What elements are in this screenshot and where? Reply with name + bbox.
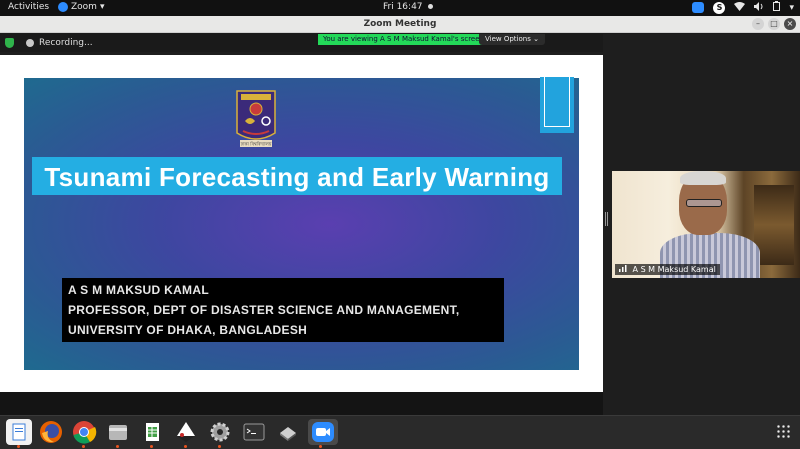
minimize-icon[interactable]: – xyxy=(752,18,764,30)
background-shelf xyxy=(754,185,794,265)
drive-icon[interactable] xyxy=(275,419,301,445)
terminal-icon[interactable] xyxy=(241,419,267,445)
zoom-app-icon xyxy=(58,2,68,12)
meeting-status-bar: Recording... You are viewing A S M Maksu… xyxy=(0,34,603,52)
participant-name: A S M Maksud Kamal xyxy=(632,265,716,274)
dock xyxy=(0,415,800,449)
shared-screen[interactable]: ঢাকা বিশ্ববিদ্যালয় Tsunami Forecasting … xyxy=(0,55,603,392)
presenter-name: A S M MAKSUD KAMAL xyxy=(68,283,209,297)
text-editor-icon[interactable] xyxy=(6,419,32,448)
slide-accent-tab xyxy=(540,77,574,133)
system-tray[interactable]: S ▾ xyxy=(692,1,794,14)
participant-hair xyxy=(680,171,726,185)
zoom-tray-icon[interactable] xyxy=(692,2,705,13)
spreadsheet-icon[interactable] xyxy=(139,419,165,448)
files-icon[interactable] xyxy=(105,419,131,448)
settings-gear-icon[interactable] xyxy=(207,419,233,448)
slide-title-strip: Tsunami Forecasting and Early Warning xyxy=(32,157,562,195)
clock[interactable]: Fri 16:47 xyxy=(383,2,423,12)
skype-tray-icon[interactable]: S xyxy=(713,1,726,14)
firefox-icon[interactable] xyxy=(38,419,64,445)
view-options-label: View Options xyxy=(485,35,531,43)
meeting-area: Recording... You are viewing A S M Maksu… xyxy=(0,34,800,415)
power-menu-icon[interactable]: ▾ xyxy=(789,3,794,13)
signal-bars-icon xyxy=(619,264,627,275)
participant-video[interactable]: A S M Maksud Kamal xyxy=(612,171,800,278)
meeting-controls-strip xyxy=(0,392,603,415)
chevron-down-icon: ⌄ xyxy=(533,35,539,43)
volume-icon[interactable] xyxy=(754,1,764,14)
app-menu-label: Zoom xyxy=(71,2,97,12)
zoom-icon[interactable] xyxy=(308,419,338,448)
battery-icon[interactable] xyxy=(773,1,781,14)
panel-resize-handle[interactable] xyxy=(603,212,608,232)
recording-label: Recording... xyxy=(39,38,93,48)
slide-title: Tsunami Forecasting and Early Warning xyxy=(44,162,550,192)
chevron-down-icon: ▾ xyxy=(99,2,105,12)
recording-icon xyxy=(26,39,34,47)
top-bar: Activities Zoom ▾ Fri 16:47 S ▾ xyxy=(0,0,800,16)
activities-button[interactable]: Activities xyxy=(8,2,49,12)
wifi-icon[interactable] xyxy=(734,1,746,14)
university-logo: ঢাকা বিশ্ববিদ্যালয় xyxy=(236,90,276,148)
app-menu[interactable]: Zoom ▾ xyxy=(58,2,104,12)
presentation-slide: ঢাকা বিশ্ববিদ্যালয় Tsunami Forecasting … xyxy=(24,77,579,370)
inkscape-icon[interactable] xyxy=(173,419,199,448)
logo-banner xyxy=(241,94,271,100)
notification-dot-icon xyxy=(428,4,433,9)
window-titlebar: Zoom Meeting – □ × xyxy=(0,16,800,33)
participant-glasses xyxy=(686,199,722,207)
logo-caption: ঢাকা বিশ্ববিদ্যালয় xyxy=(240,142,273,148)
view-options-button[interactable]: View Options ⌄ xyxy=(479,34,545,45)
presenter-institution: UNIVERSITY OF DHAKA, BANGLADESH xyxy=(68,323,308,337)
participant-name-tag: A S M Maksud Kamal xyxy=(615,264,720,275)
presenter-info-box: A S M MAKSUD KAMAL PROFESSOR, DEPT OF DI… xyxy=(62,278,504,342)
close-icon[interactable]: × xyxy=(784,18,796,30)
chrome-icon[interactable] xyxy=(71,419,97,448)
window-title: Zoom Meeting xyxy=(363,19,437,29)
show-applications-icon[interactable] xyxy=(776,424,790,438)
presenter-position: PROFESSOR, DEPT OF DISASTER SCIENCE AND … xyxy=(68,303,460,317)
maximize-icon[interactable]: □ xyxy=(768,18,780,30)
encryption-shield-icon[interactable] xyxy=(5,38,14,48)
viewing-screen-banner: You are viewing A S M Maksud Kamal's scr… xyxy=(318,34,489,45)
